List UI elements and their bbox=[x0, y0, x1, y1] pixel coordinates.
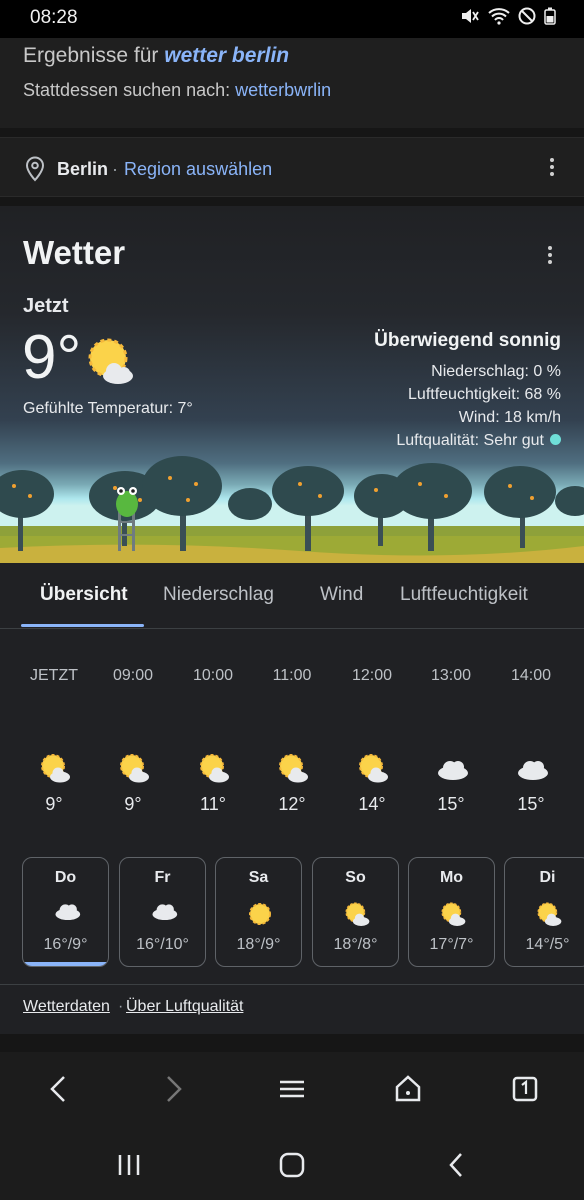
felt-temperature: Gefühlte Temperatur: 7° bbox=[23, 400, 193, 417]
humidity-stat: Luftfeuchtigkeit: 68 % bbox=[408, 386, 561, 403]
partly-sunny-icon bbox=[345, 902, 370, 926]
weather-footer: Wetterdaten · Über Luftqualität bbox=[0, 984, 584, 1034]
cloud-icon bbox=[152, 904, 178, 921]
system-back-icon[interactable] bbox=[444, 1152, 470, 1178]
partly-sunny-icon bbox=[200, 754, 229, 783]
weather-more-icon[interactable] bbox=[547, 246, 553, 267]
weather-title: Wetter bbox=[23, 234, 126, 271]
hour-label: 10:00 bbox=[192, 667, 234, 684]
wind-stat: Wind: 18 km/h bbox=[458, 409, 561, 426]
day-card-fr[interactable]: Fr 16°/10° bbox=[119, 857, 206, 967]
mute-icon bbox=[462, 9, 479, 23]
forward-icon[interactable] bbox=[162, 1074, 186, 1104]
status-time: 08:28 bbox=[30, 7, 78, 28]
hour-label: 14:00 bbox=[510, 667, 552, 684]
results-query-link[interactable]: wetter berlin bbox=[164, 44, 289, 67]
current-temperature: 9° bbox=[22, 323, 82, 392]
tab-precipitation[interactable]: Niederschlag bbox=[163, 584, 274, 606]
search-instead: Stattdessen suchen nach: wetterbwrlin bbox=[23, 80, 332, 100]
hour-label: JETZT bbox=[30, 667, 78, 684]
precipitation-stat: Niederschlag: 0 % bbox=[431, 363, 561, 380]
weather-condition: Überwiegend sonnig bbox=[374, 330, 561, 351]
day-card-sa[interactable]: Sa 18°/9° bbox=[215, 857, 302, 967]
choose-region-link[interactable]: Region auswählen bbox=[124, 159, 272, 180]
location-pin-icon bbox=[25, 156, 45, 182]
air-quality-dot bbox=[550, 434, 561, 445]
hour-label: 12:00 bbox=[351, 667, 393, 684]
location-separator: · bbox=[112, 159, 118, 179]
weather-card: Wetter Jetzt 9° Gefühlte Temperatur: 7° … bbox=[0, 206, 584, 1034]
hour-temp: 12° bbox=[278, 794, 306, 814]
hour-label: 09:00 bbox=[112, 667, 154, 684]
day-card-do[interactable]: Do 16°/9° bbox=[22, 857, 109, 967]
battery-icon bbox=[544, 7, 556, 25]
now-label: Jetzt bbox=[23, 295, 69, 317]
day-card-mo[interactable]: Mo 17°/7° bbox=[408, 857, 495, 967]
status-icons bbox=[460, 7, 556, 25]
weather-data-link[interactable]: Wetterdaten bbox=[23, 998, 110, 1016]
weather-hero: Wetter Jetzt 9° Gefühlte Temperatur: 7° … bbox=[0, 206, 584, 563]
day-card-so[interactable]: So 18°/8° bbox=[312, 857, 399, 967]
active-tab-indicator bbox=[21, 624, 144, 627]
partly-sunny-icon bbox=[279, 754, 308, 783]
weather-tabs: Übersicht Niederschlag Wind Luftfeuchtig… bbox=[0, 563, 584, 629]
partly-sunny-icon bbox=[41, 754, 70, 783]
browser-toolbar bbox=[0, 1052, 584, 1130]
system-nav-bar bbox=[0, 1130, 584, 1200]
hour-label: 11:00 bbox=[272, 667, 312, 684]
menu-icon[interactable] bbox=[278, 1074, 306, 1104]
hour-temp: 15° bbox=[437, 794, 465, 814]
hour-temp: 11° bbox=[200, 794, 226, 814]
air-quality-link[interactable]: Über Luftqualität bbox=[126, 998, 243, 1016]
air-quality-stat: Luftqualität: Sehr gut bbox=[396, 432, 561, 450]
partly-sunny-icon bbox=[88, 338, 133, 384]
partly-sunny-icon bbox=[537, 902, 562, 926]
tab-overview[interactable]: Übersicht bbox=[40, 584, 128, 606]
do-not-disturb-icon bbox=[518, 7, 536, 25]
tabs-icon[interactable] bbox=[511, 1074, 539, 1104]
selected-day-indicator bbox=[23, 962, 108, 966]
cloud-icon bbox=[518, 761, 548, 780]
hour-temp: 14° bbox=[358, 794, 386, 814]
home-button-icon[interactable] bbox=[279, 1152, 305, 1178]
hour-label: 13:00 bbox=[430, 667, 472, 684]
cloud-icon bbox=[55, 904, 81, 921]
hour-temp: 9° bbox=[124, 794, 142, 814]
sun-icon bbox=[249, 903, 271, 925]
back-icon[interactable] bbox=[46, 1074, 70, 1104]
home-icon[interactable] bbox=[394, 1074, 422, 1104]
search-correction: Ergebnisse für wetter berlin Stattdessen… bbox=[0, 38, 584, 128]
partly-sunny-icon bbox=[441, 902, 466, 926]
search-instead-link[interactable]: wetterbwrlin bbox=[235, 80, 331, 100]
location-city: Berlin bbox=[57, 159, 109, 179]
wifi-icon bbox=[488, 8, 510, 25]
location-more-icon[interactable] bbox=[549, 158, 555, 179]
hour-temp: 9° bbox=[45, 794, 63, 814]
recent-apps-icon[interactable] bbox=[116, 1152, 142, 1178]
results-for: Ergebnisse für wetter berlin bbox=[23, 44, 290, 67]
hour-temp: 15° bbox=[517, 794, 545, 814]
cloud-icon bbox=[438, 761, 468, 780]
partly-sunny-icon bbox=[120, 754, 149, 783]
footer-separator: · bbox=[118, 998, 124, 1015]
tab-wind[interactable]: Wind bbox=[320, 584, 363, 606]
status-bar: 08:28 bbox=[0, 0, 584, 38]
day-card-di[interactable]: Di 14°/5° bbox=[504, 857, 584, 967]
partly-sunny-icon bbox=[359, 754, 388, 783]
location-bar: Berlin · Region auswählen bbox=[0, 137, 584, 197]
tab-humidity[interactable]: Luftfeuchtigkeit bbox=[400, 584, 528, 606]
weather-landscape-illustration bbox=[0, 456, 584, 563]
